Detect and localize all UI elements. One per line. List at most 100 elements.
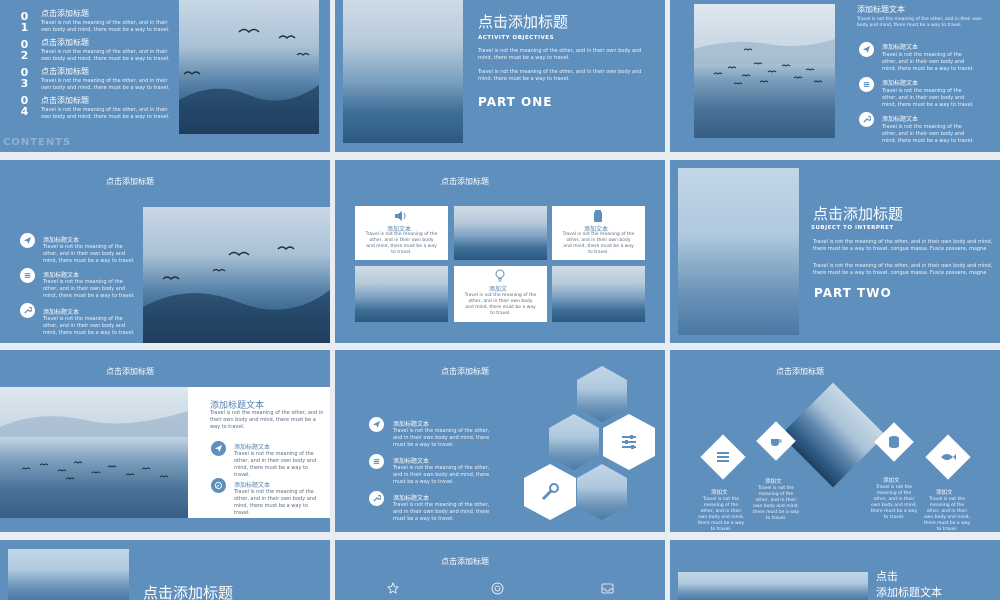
slide4-item-3-text: Travel is not the meaning of the other, … (43, 316, 135, 336)
slide7-heading-text: Travel is not the meaning of the other, … (210, 410, 324, 430)
send-icon (372, 420, 381, 429)
slide3-item-3-text: Travel is not the meaning of the other, … (882, 124, 974, 144)
slide5-card-3-text: Travel is not the meaning of the other, … (464, 293, 537, 316)
flock-illustration (694, 39, 835, 85)
slide-7[interactable]: 点击添加标题 添加标题文本 Travel is not the meaning … (0, 350, 330, 532)
slide4-icon-1 (20, 233, 35, 248)
slide-12[interactable]: 点击 添加标题文本 (670, 540, 1000, 600)
slide2-paragraph-1: Travel is not the meaning of the other, … (478, 48, 642, 61)
slide8-icon-1 (369, 417, 384, 432)
slide-3[interactable]: 添加标题文本 Travel is not the meaning of the … (670, 0, 1000, 152)
slide3-item-2-text: Travel is not the meaning of the other, … (882, 88, 974, 108)
contents-item-1-text: Travel is not the meaning of the other, … (41, 20, 170, 33)
slide9-item-2-text: Travel is not the meaning of the other, … (752, 486, 800, 521)
contents-item-3-title: 点击添加标题 (41, 67, 89, 76)
diamond-photo (780, 382, 886, 488)
slide5-photo-3 (552, 266, 645, 322)
send-icon (23, 236, 32, 245)
contents-number-4: 04 (18, 94, 31, 116)
hexagon-wrench (524, 464, 576, 520)
contents-number-1: 01 (18, 10, 31, 32)
slide-4[interactable]: 点击添加标题 添加标题文本 Travel is not the meaning … (0, 160, 330, 343)
slide-10[interactable]: 点击添加标题 (0, 540, 330, 600)
slide5-card-1: 添加文本 Travel is not the meaning of the ot… (355, 206, 448, 260)
database-icon (889, 436, 899, 448)
seagull-wave-photo (179, 0, 319, 134)
slide3-item-2-title: 添加标题文本 (882, 80, 919, 87)
hexagon-photo-left (549, 414, 599, 470)
slide8-item-2-title: 添加标题文本 (393, 458, 430, 465)
slide10-title: 点击添加标题 (143, 584, 234, 600)
slide9-item-1-title: 添加文 (711, 490, 728, 496)
slide7-icon-2 (211, 478, 226, 493)
slide12-title: 点击 (876, 570, 898, 583)
contents-item-2-text: Travel is not the meaning of the other, … (41, 49, 170, 62)
slide5-card-2-text: Travel is not the meaning of the other, … (562, 232, 635, 255)
hexagon-photo-bottom (577, 464, 627, 520)
slide7-flock-illustration (0, 411, 188, 480)
hexagon-settings (603, 414, 655, 470)
slide-1-contents[interactable]: 01 02 03 04 CONTENTS 点击添加标题 Travel is no… (0, 0, 330, 152)
slide2-part-label: PART ONE (478, 95, 553, 109)
slide4-seagull-photo (143, 207, 330, 343)
slide4-seagulls-illustration (143, 246, 330, 343)
slide-5-grid[interactable]: 点击添加标题 添加文本 Travel is not the meaning of… (335, 160, 665, 343)
list-icon (863, 82, 870, 87)
slide-8-hexagons[interactable]: 点击添加标题 添加标题文本 Travel is not the meaning … (335, 350, 665, 532)
slide6-part-label: PART TWO (814, 286, 892, 300)
slide7-item-1-title: 添加标题文本 (234, 444, 271, 451)
contents-number-3: 03 (18, 66, 31, 88)
slide8-item-2-text: Travel is not the meaning of the other, … (393, 465, 490, 485)
slide8-icon-3 (369, 491, 384, 506)
slide5-title: 点击添加标题 (441, 177, 489, 186)
wrench-icon (24, 306, 32, 314)
slide7-item-2-title: 添加标题文本 (234, 482, 271, 489)
slide8-title: 点击添加标题 (441, 367, 489, 376)
slide6-title: 点击添加标题 (813, 205, 904, 223)
slide9-title: 点击添加标题 (776, 367, 824, 376)
slide4-item-1-title: 添加标题文本 (43, 237, 80, 244)
fish-icon (941, 454, 956, 460)
slide-11[interactable]: 点击添加标题 (335, 540, 665, 600)
slide-2-part-one[interactable]: 点击添加标题 ACTIVITY OBJECTIVES Travel is not… (335, 0, 665, 152)
slide2-paragraph-2: Travel is not the meaning of the other, … (478, 69, 642, 82)
slide9-item-4-text: Travel is not the meaning of the other, … (923, 497, 971, 532)
slide11-title: 点击添加标题 (441, 557, 489, 566)
slide3-item-1-text: Travel is not the meaning of the other, … (882, 52, 974, 72)
slide8-item-1-text: Travel is not the meaning of the other, … (393, 428, 490, 448)
flock-sea-photo (694, 4, 835, 138)
slide9-item-2-title: 添加文 (765, 479, 782, 485)
lightbulb-icon (495, 269, 505, 282)
star-icon (387, 582, 399, 594)
slide8-item-1-title: 添加标题文本 (393, 421, 430, 428)
slide-9-diamonds[interactable]: 点击添加标题 添加文 Travel is not the meaning of … (670, 350, 1000, 532)
slide4-item-2-text: Travel is not the meaning of the other, … (43, 279, 135, 299)
slide3-icon-2 (859, 77, 874, 92)
contents-item-3-text: Travel is not the meaning of the other, … (41, 78, 170, 91)
menu-icon (717, 452, 729, 462)
slide9-item-3-title: 添加文 (883, 478, 900, 484)
contents-item-2-title: 点击添加标题 (41, 38, 89, 47)
jar-icon (594, 210, 602, 222)
slide9-item-4-title: 添加文 (936, 490, 953, 496)
wrench-icon (373, 494, 381, 502)
slide3-icon-3 (859, 112, 874, 127)
slide7-flock-photo (0, 387, 188, 518)
slide3-icon-1 (859, 42, 874, 57)
slide-6-part-two[interactable]: 点击添加标题 SUBJECT TO INTERPRET Travel is no… (670, 160, 1000, 343)
slide4-item-2-title: 添加标题文本 (43, 272, 80, 279)
sliders-icon (622, 435, 636, 449)
slide6-kicker: SUBJECT TO INTERPRET (811, 225, 894, 231)
wrench-icon (541, 483, 559, 501)
slide4-item-1-text: Travel is not the meaning of the other, … (43, 244, 135, 264)
slide10-photo (8, 549, 129, 600)
slide3-item-1-title: 添加标题文本 (882, 44, 919, 51)
slide4-item-3-title: 添加标题文本 (43, 309, 80, 316)
slide9-item-3-text: Travel is not the meaning of the other, … (870, 485, 918, 520)
hexagon-photo-top (577, 366, 627, 422)
slide9-item-1-text: Travel is not the meaning of the other, … (697, 497, 745, 532)
slide5-card-1-text: Travel is not the meaning of the other, … (365, 232, 438, 255)
slide6-sea-photo (678, 168, 799, 335)
slide12-photo (678, 572, 868, 600)
slide3-item-3-title: 添加标题文本 (882, 116, 919, 123)
